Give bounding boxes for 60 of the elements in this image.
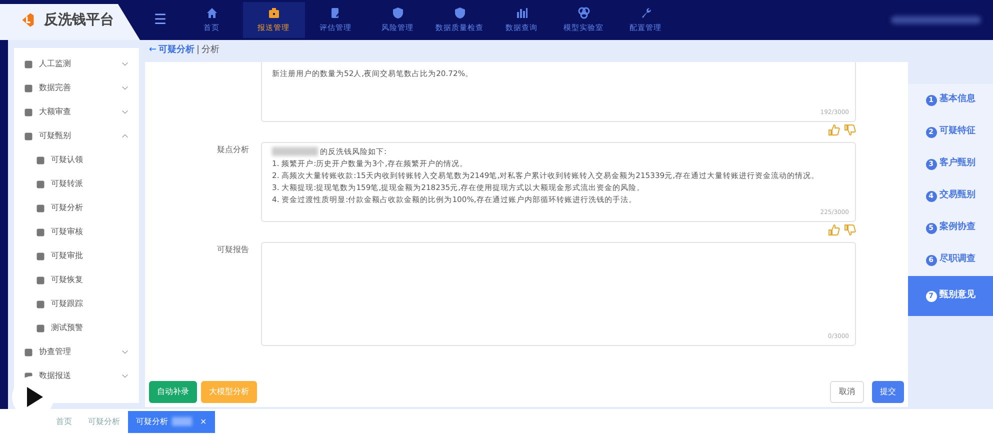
shield-icon bbox=[454, 6, 466, 19]
rings-icon bbox=[578, 6, 590, 19]
menu-item-icon bbox=[24, 108, 33, 116]
menu-item-icon bbox=[24, 132, 33, 140]
wrench-icon bbox=[640, 6, 652, 19]
page-tab[interactable]: 可疑分析 × bbox=[128, 410, 215, 432]
menu-item-icon bbox=[36, 276, 45, 284]
logo-icon bbox=[20, 12, 36, 28]
sidebar-item[interactable]: 协查管理 bbox=[14, 340, 139, 364]
app-title: 反洗钱平台 bbox=[44, 10, 114, 30]
menu-item-icon bbox=[36, 228, 45, 236]
close-icon[interactable]: × bbox=[200, 416, 207, 428]
field-label: 可疑报告 bbox=[216, 244, 250, 256]
thumbs-up-icon bbox=[828, 224, 840, 236]
home-icon bbox=[206, 6, 218, 19]
chevron-down-icon bbox=[121, 348, 129, 356]
sidebar-item[interactable]: 人工监测 bbox=[14, 52, 139, 76]
shield-icon bbox=[392, 6, 404, 19]
menu-item-icon bbox=[36, 300, 45, 308]
chevron-down-icon bbox=[121, 60, 129, 68]
briefcase-icon bbox=[268, 6, 280, 19]
menu-button[interactable]: ☰ bbox=[154, 10, 167, 30]
sidebar-subitem[interactable]: 可疑认领 bbox=[14, 148, 139, 172]
breadcrumb-current: 分析 bbox=[202, 44, 220, 58]
thumbs-down-icon bbox=[844, 224, 856, 236]
page-tab[interactable]: 可疑分析 bbox=[80, 410, 128, 432]
thumbs-down-icon bbox=[844, 124, 856, 136]
menu-item-icon bbox=[36, 324, 45, 332]
sidebar-subitem[interactable]: 可疑分析 bbox=[14, 196, 139, 220]
sidebar-subitem[interactable]: 可疑跟踪 bbox=[14, 292, 139, 316]
bar-chart-icon bbox=[516, 6, 528, 19]
sidebar-item[interactable]: 大额审查 bbox=[14, 100, 139, 124]
menu-item-icon bbox=[24, 348, 33, 356]
menu-item-icon bbox=[36, 252, 45, 260]
sidebar-subitem[interactable]: 可疑审核 bbox=[14, 220, 139, 244]
menu-item-icon bbox=[36, 180, 45, 188]
menu-item-icon bbox=[36, 204, 45, 212]
sidebar-subitem[interactable]: 可疑转派 bbox=[14, 172, 139, 196]
chevron-down-icon bbox=[121, 108, 129, 116]
redacted-text bbox=[172, 417, 192, 426]
page-tab[interactable]: 首页 bbox=[8, 410, 80, 432]
sidebar-subitem[interactable]: 可疑恢复 bbox=[14, 268, 139, 292]
menu-item-icon bbox=[36, 156, 45, 164]
breadcrumb-link[interactable]: 可疑分析 bbox=[158, 44, 195, 58]
submit-button[interactable]: 提交 bbox=[872, 381, 904, 403]
chevron-down-icon bbox=[121, 372, 129, 380]
menu-item-icon bbox=[24, 60, 33, 68]
chevron-down-icon bbox=[121, 84, 129, 92]
thumbs-up-icon bbox=[828, 124, 840, 136]
sidebar-subitem[interactable]: 测试预警 bbox=[14, 316, 139, 340]
menu-item-icon bbox=[24, 84, 33, 92]
back-arrow[interactable]: ← bbox=[149, 44, 157, 58]
action-button[interactable]: 自动补录 bbox=[149, 381, 197, 403]
cancel-button[interactable]: 取消 bbox=[830, 381, 864, 403]
chevron-up-icon bbox=[121, 132, 129, 140]
sidebar-item[interactable]: 数据完善 bbox=[14, 76, 139, 100]
field-label: 疑点分析 bbox=[216, 144, 250, 156]
sidebar-item[interactable]: 可疑甄别 bbox=[14, 124, 139, 148]
breadcrumb-separator: | bbox=[196, 44, 200, 58]
sidebar-subitem[interactable]: 可疑审批 bbox=[14, 244, 139, 268]
